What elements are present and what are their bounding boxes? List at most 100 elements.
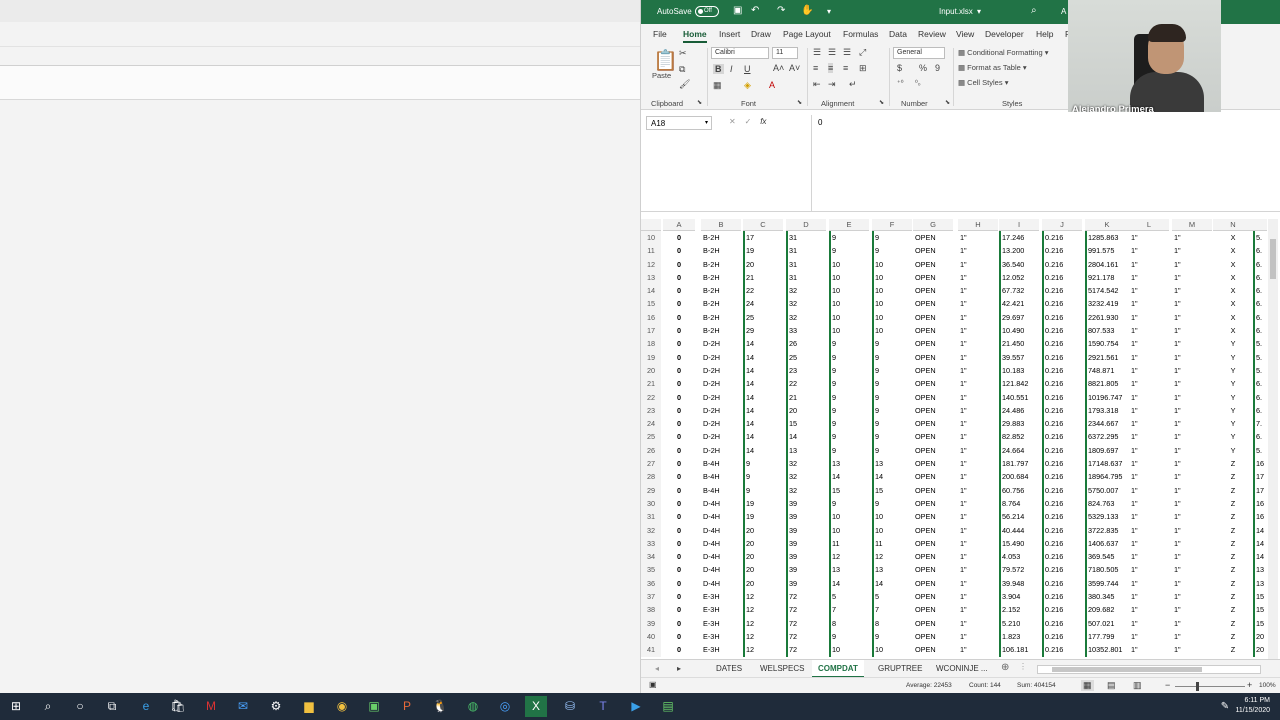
grid-cell[interactable]: OPEN (913, 284, 953, 297)
grid-cell[interactable]: 39.557 (999, 350, 1039, 364)
grid-cell[interactable]: B-2H (701, 324, 741, 337)
grid-cell[interactable]: 2.152 (999, 603, 1039, 617)
grid-cell[interactable]: D-2H (701, 391, 741, 404)
grid-cell[interactable]: 12 (743, 603, 783, 617)
grid-cell[interactable]: E-3H (701, 617, 741, 630)
grid-cell[interactable]: 0.216 (1042, 430, 1082, 444)
grid-cell[interactable]: 1" (1129, 457, 1169, 470)
grid-cell[interactable]: 14 (743, 337, 783, 351)
align-top-icon[interactable]: ☰ (813, 47, 821, 58)
grid-cell[interactable]: 380.345 (1085, 590, 1129, 604)
row-header[interactable]: 15 (641, 297, 661, 311)
grid-cell[interactable]: 0.216 (1042, 377, 1082, 391)
store-icon[interactable]: 🛍 (167, 696, 189, 717)
grid-cell[interactable]: D-4H (701, 524, 741, 537)
grid-cell[interactable]: 1" (958, 497, 998, 510)
grid-cell[interactable]: OPEN (913, 404, 953, 417)
grid-cell[interactable]: 0 (663, 484, 695, 497)
grid-cell[interactable]: 9 (872, 337, 912, 351)
grid-cell[interactable]: 16 (1253, 457, 1267, 471)
grid-cell[interactable]: D-4H (701, 537, 741, 550)
grid-cell[interactable]: 6. (1253, 403, 1267, 418)
grid-cell[interactable]: 10 (829, 257, 869, 271)
grid-cell[interactable]: 1" (958, 550, 998, 563)
grid-cell[interactable]: D-4H (701, 577, 741, 590)
grid-cell[interactable]: 13 (1253, 576, 1267, 591)
grid-cell[interactable]: 1" (1129, 484, 1169, 497)
grid-cell[interactable]: 13 (829, 457, 869, 471)
grid-cell[interactable]: OPEN (913, 470, 953, 483)
grid-cell[interactable]: 15 (872, 483, 912, 497)
grid-cell[interactable]: 0.216 (1042, 563, 1082, 577)
grid-cell[interactable]: X (1213, 311, 1253, 324)
cell-styles-button[interactable]: ▦ Cell Styles ▾ (958, 78, 1008, 87)
grid-cell[interactable]: 39 (786, 523, 826, 537)
format-as-table-button[interactable]: ▦ Format as Table ▾ (958, 63, 1027, 72)
grid-cell[interactable]: 6372.295 (1085, 430, 1129, 444)
grid-cell[interactable]: OPEN (913, 444, 953, 457)
grid-cell[interactable]: Z (1213, 563, 1253, 576)
worksheet-grid[interactable]: 10 11 12 13 14 15 16 17 18 19 20 21 22 23 24 25 26 27 28 29… (641, 219, 1280, 659)
grid-cell[interactable]: 10 (872, 310, 912, 325)
grid-cell[interactable]: 1590.754 (1085, 337, 1129, 351)
font-color-icon[interactable]: A (769, 80, 775, 90)
grid-cell[interactable]: OPEN (913, 550, 953, 563)
grid-cell[interactable]: Z (1213, 510, 1253, 523)
grid-cell[interactable]: 1" (1129, 297, 1169, 310)
grid-cell[interactable]: OPEN (913, 324, 953, 337)
grid-cell[interactable]: OPEN (913, 617, 953, 630)
grid-cell[interactable]: 10.183 (999, 363, 1039, 378)
grid-cell[interactable]: 1" (1172, 377, 1212, 390)
number-format-select[interactable]: General (893, 47, 945, 59)
grid-cell[interactable]: 15 (1253, 616, 1267, 630)
dialog-launcher-icon[interactable]: ⬊ (697, 99, 702, 106)
row-header[interactable]: 25 (641, 430, 661, 444)
grid-cell[interactable]: 0 (663, 643, 695, 656)
excel-taskbar-icon[interactable]: X (525, 696, 547, 717)
grid-cell[interactable]: 9 (872, 231, 912, 245)
grid-cell[interactable]: 1" (1172, 510, 1212, 523)
scrollbar-thumb[interactable] (1270, 239, 1276, 279)
grid-cell[interactable]: 39 (786, 536, 826, 551)
grid-cell[interactable]: 14 (743, 363, 783, 378)
row-header[interactable]: 18 (641, 337, 661, 351)
row-header[interactable]: 20 (641, 363, 661, 378)
grid-cell[interactable]: 10 (872, 257, 912, 271)
align-middle-icon[interactable]: ☰ (828, 47, 836, 58)
tab-view[interactable]: View (956, 29, 974, 39)
grid-cell[interactable]: 7180.505 (1085, 563, 1129, 577)
grid-cell[interactable]: 0 (663, 231, 695, 244)
grid-cell[interactable]: 0.216 (1042, 284, 1082, 298)
grid-cell[interactable]: 6. (1253, 270, 1267, 285)
column-header[interactable]: C (743, 219, 783, 231)
grid-cell[interactable]: 1" (1129, 537, 1169, 550)
grid-cell[interactable]: 4.053 (999, 550, 1039, 564)
grid-cell[interactable]: 18964.795 (1085, 470, 1129, 484)
grid-cell[interactable]: 0 (663, 297, 695, 310)
grid-cell[interactable]: 20 (743, 550, 783, 564)
grid-cell[interactable]: 5. (1253, 231, 1267, 245)
grid-cell[interactable]: 1" (1172, 577, 1212, 590)
grid-cell[interactable]: 82.852 (999, 430, 1039, 444)
grid-cell[interactable]: 9 (872, 496, 912, 511)
name-box[interactable]: A18 ▾ (646, 116, 712, 130)
grid-cell[interactable]: 25 (786, 350, 826, 364)
grid-cell[interactable]: 0.216 (1042, 337, 1082, 351)
grid-cell[interactable]: 200.684 (999, 470, 1039, 484)
grid-cell[interactable]: 1" (1129, 550, 1169, 563)
tab-draw[interactable]: Draw (751, 29, 771, 39)
grid-cell[interactable]: 0.216 (1042, 350, 1082, 364)
grid-cell[interactable]: Y (1213, 430, 1253, 443)
column-header[interactable]: N (1213, 219, 1253, 231)
grid-cell[interactable]: 72 (786, 643, 826, 657)
grid-cell[interactable]: OPEN (913, 417, 953, 430)
grid-cell[interactable]: 20 (743, 576, 783, 591)
redo-icon[interactable]: ↷ (777, 5, 785, 16)
grid-cell[interactable]: Y (1213, 444, 1253, 457)
edge-icon[interactable]: e (135, 696, 157, 717)
grid-cell[interactable]: 1" (958, 430, 998, 443)
grid-cell[interactable]: D-4H (701, 550, 741, 563)
column-header[interactable]: I (999, 219, 1039, 231)
grid-cell[interactable]: 29.883 (999, 417, 1039, 431)
grid-cell[interactable]: 10 (829, 270, 869, 285)
